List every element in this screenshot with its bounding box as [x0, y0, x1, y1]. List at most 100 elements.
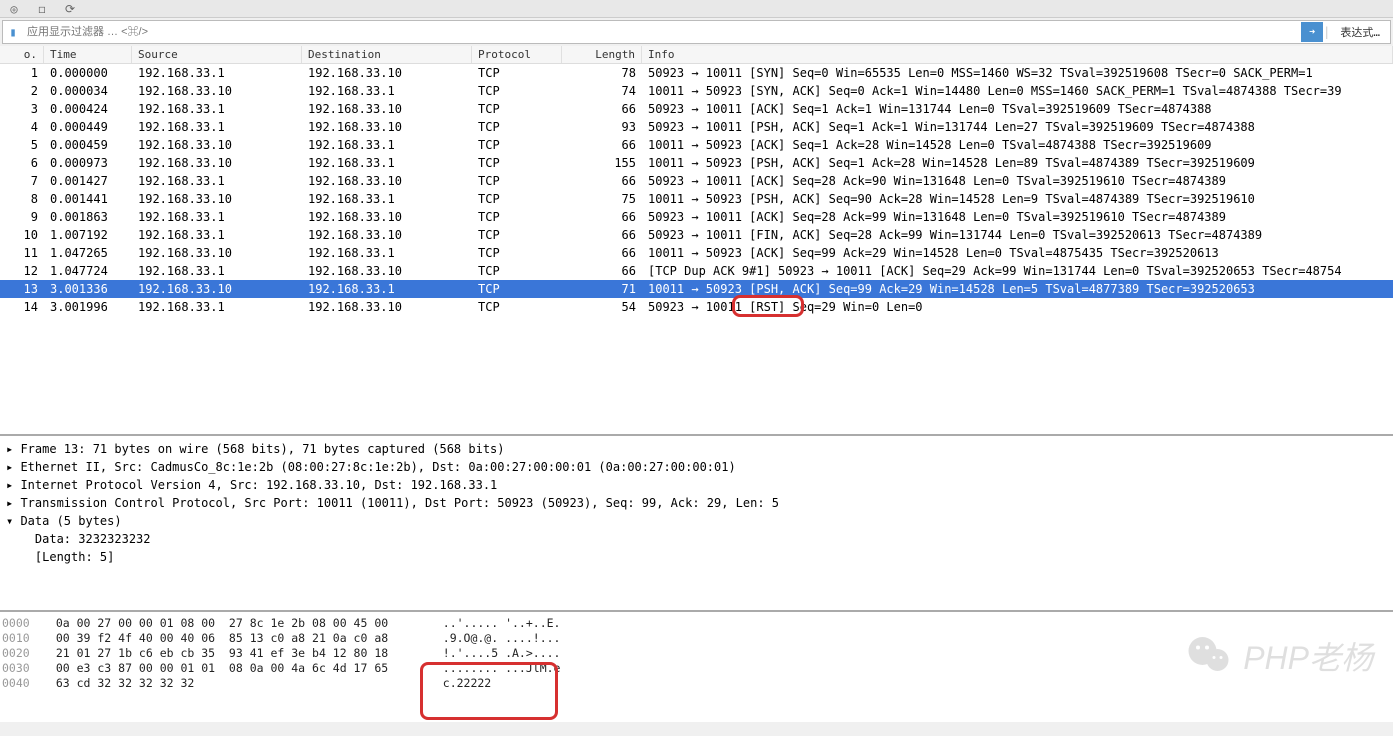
cell: 192.168.33.1 — [132, 228, 302, 242]
packet-row[interactable]: 30.000424192.168.33.1192.168.33.10TCP665… — [0, 100, 1393, 118]
col-header-no[interactable]: o. — [0, 46, 44, 63]
cell: 0.001441 — [44, 192, 132, 206]
cell: 192.168.33.1 — [132, 174, 302, 188]
cell: 192.168.33.10 — [302, 210, 472, 224]
col-header-info[interactable]: Info — [642, 46, 1393, 63]
packet-row[interactable]: 10.000000192.168.33.1192.168.33.10TCP785… — [0, 64, 1393, 82]
cell: 3.001336 — [44, 282, 132, 296]
cell: 192.168.33.1 — [302, 246, 472, 260]
packet-row[interactable]: 111.047265192.168.33.10192.168.33.1TCP66… — [0, 244, 1393, 262]
packet-row[interactable]: 20.000034192.168.33.10192.168.33.1TCP741… — [0, 82, 1393, 100]
cell: TCP — [472, 102, 562, 116]
hex-row[interactable]: 0010 00 39 f2 4f 40 00 40 06 85 13 c0 a8… — [0, 631, 1393, 646]
cell: TCP — [472, 138, 562, 152]
packet-row[interactable]: 143.001996192.168.33.1192.168.33.10TCP54… — [0, 298, 1393, 316]
cell: 192.168.33.1 — [302, 84, 472, 98]
cell: 4 — [0, 120, 44, 134]
packet-row[interactable]: 101.007192192.168.33.1192.168.33.10TCP66… — [0, 226, 1393, 244]
hex-ascii: ..'..... '..+..E. — [422, 616, 560, 631]
cell: TCP — [472, 300, 562, 314]
cell: 192.168.33.1 — [132, 264, 302, 278]
packet-list-pane: o. Time Source Destination Protocol Leng… — [0, 46, 1393, 436]
hex-row[interactable]: 0040 63 cd 32 32 32 32 32 c.22222 — [0, 676, 1393, 691]
packet-row[interactable]: 70.001427192.168.33.1192.168.33.10TCP665… — [0, 172, 1393, 190]
hex-bytes: 63 cd 32 32 32 32 32 — [42, 676, 422, 691]
col-header-destination[interactable]: Destination — [302, 46, 472, 63]
packet-row[interactable]: 80.001441192.168.33.10192.168.33.1TCP751… — [0, 190, 1393, 208]
col-header-time[interactable]: Time — [44, 46, 132, 63]
detail-line[interactable]: ▸ Frame 13: 71 bytes on wire (568 bits),… — [6, 440, 1387, 458]
cell: 192.168.33.1 — [302, 192, 472, 206]
cell: 155 — [562, 156, 642, 170]
cell: 9 — [0, 210, 44, 224]
packet-list-header: o. Time Source Destination Protocol Leng… — [0, 46, 1393, 64]
packet-row[interactable]: 50.000459192.168.33.10192.168.33.1TCP661… — [0, 136, 1393, 154]
cell: 192.168.33.10 — [132, 84, 302, 98]
cell: 0.000459 — [44, 138, 132, 152]
col-header-source[interactable]: Source — [132, 46, 302, 63]
hex-bytes: 21 01 27 1b c6 eb cb 35 93 41 ef 3e b4 1… — [42, 646, 422, 661]
cell: 192.168.33.10 — [132, 246, 302, 260]
hex-ascii: ........ ...JlM.e — [422, 661, 560, 676]
cell: 1 — [0, 66, 44, 80]
cell: 192.168.33.10 — [302, 174, 472, 188]
toolbar-icon[interactable]: ⟳ — [60, 2, 80, 16]
cell: TCP — [472, 84, 562, 98]
cell: 10011 → 50923 [PSH, ACK] Seq=1 Ack=28 Wi… — [642, 156, 1393, 170]
cell: 66 — [562, 228, 642, 242]
cell: 192.168.33.10 — [302, 102, 472, 116]
detail-line[interactable]: ▸ Internet Protocol Version 4, Src: 192.… — [6, 476, 1387, 494]
cell: 2 — [0, 84, 44, 98]
cell: 192.168.33.10 — [132, 138, 302, 152]
packet-row[interactable]: 60.000973192.168.33.10192.168.33.1TCP155… — [0, 154, 1393, 172]
cell: 0.000449 — [44, 120, 132, 134]
detail-line[interactable]: Data: 3232323232 — [6, 530, 1387, 548]
hex-offset: 0040 — [0, 676, 42, 691]
cell: TCP — [472, 174, 562, 188]
cell: 192.168.33.10 — [132, 282, 302, 296]
hex-row[interactable]: 0000 0a 00 27 00 00 01 08 00 27 8c 1e 2b… — [0, 616, 1393, 631]
packet-row[interactable]: 90.001863192.168.33.1192.168.33.10TCP665… — [0, 208, 1393, 226]
apply-filter-button[interactable]: ➜ — [1301, 22, 1323, 42]
display-filter-input[interactable] — [23, 24, 1301, 40]
cell: TCP — [472, 66, 562, 80]
cell: 66 — [562, 246, 642, 260]
col-header-length[interactable]: Length — [562, 46, 642, 63]
expression-button[interactable]: 表达式… — [1330, 24, 1390, 40]
cell: 50923 → 10011 [FIN, ACK] Seq=28 Ack=99 W… — [642, 228, 1393, 242]
packet-row[interactable]: 121.047724192.168.33.1192.168.33.10TCP66… — [0, 262, 1393, 280]
hex-offset: 0000 — [0, 616, 42, 631]
cell: 50923 → 10011 [PSH, ACK] Seq=1 Ack=1 Win… — [642, 120, 1393, 134]
detail-line[interactable]: ▸ Transmission Control Protocol, Src Por… — [6, 494, 1387, 512]
detail-line[interactable]: ▸ Ethernet II, Src: CadmusCo_8c:1e:2b (0… — [6, 458, 1387, 476]
cell: 10 — [0, 228, 44, 242]
cell: TCP — [472, 156, 562, 170]
cell: 11 — [0, 246, 44, 260]
cell: 0.000034 — [44, 84, 132, 98]
packet-row[interactable]: 40.000449192.168.33.1192.168.33.10TCP935… — [0, 118, 1393, 136]
cell: 192.168.33.10 — [132, 156, 302, 170]
filter-bar: ▮ ➜ | 表达式… — [2, 20, 1391, 44]
cell: 1.047724 — [44, 264, 132, 278]
cell: 75 — [562, 192, 642, 206]
toolbar-icon[interactable]: ◎ — [4, 2, 24, 16]
cell: 10011 → 50923 [ACK] Seq=99 Ack=29 Win=14… — [642, 246, 1393, 260]
col-header-protocol[interactable]: Protocol — [472, 46, 562, 63]
hex-offset: 0010 — [0, 631, 42, 646]
cell: TCP — [472, 192, 562, 206]
detail-line[interactable]: ▾ Data (5 bytes) — [6, 512, 1387, 530]
detail-line[interactable]: [Length: 5] — [6, 548, 1387, 566]
packet-row[interactable]: 133.001336192.168.33.10192.168.33.1TCP71… — [0, 280, 1393, 298]
hex-row[interactable]: 0030 00 e3 c3 87 00 00 01 01 08 0a 00 4a… — [0, 661, 1393, 676]
cell: TCP — [472, 228, 562, 242]
cell: 50923 → 10011 [RST] Seq=29 Win=0 Len=0 — [642, 300, 1393, 314]
cell: 0.000000 — [44, 66, 132, 80]
hex-ascii: !.'....5 .A.>.... — [422, 646, 560, 661]
bookmark-icon[interactable]: ▮ — [3, 22, 23, 42]
cell: 192.168.33.1 — [302, 138, 472, 152]
toolbar-icon[interactable]: ◻ — [32, 2, 52, 16]
hex-row[interactable]: 0020 21 01 27 1b c6 eb cb 35 93 41 ef 3e… — [0, 646, 1393, 661]
cell: 7 — [0, 174, 44, 188]
cell: 3.001996 — [44, 300, 132, 314]
cell: 1.007192 — [44, 228, 132, 242]
